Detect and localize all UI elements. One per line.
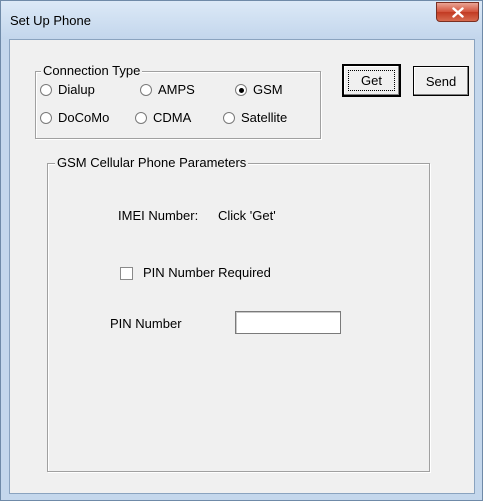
radio-docomo[interactable]: DoCoMo bbox=[40, 110, 109, 126]
focus-rectangle bbox=[348, 70, 395, 91]
radio-button[interactable] bbox=[40, 84, 52, 96]
radio-label: CDMA bbox=[153, 110, 192, 125]
close-button[interactable] bbox=[436, 2, 479, 22]
pin-required-checkbox[interactable] bbox=[120, 267, 133, 280]
radio-selected-dot bbox=[238, 87, 244, 93]
set-up-phone-window: Set Up Phone Connection Type Dialup AMPS… bbox=[0, 0, 483, 501]
radio-gsm[interactable]: GSM bbox=[235, 82, 283, 98]
radio-button[interactable] bbox=[135, 112, 147, 124]
connection-type-legend: Connection Type bbox=[41, 63, 143, 79]
pin-number-label: PIN Number bbox=[110, 316, 182, 331]
pin-required-label: PIN Number Required bbox=[143, 265, 271, 280]
radio-button[interactable] bbox=[223, 112, 235, 124]
radio-label: DoCoMo bbox=[58, 110, 110, 125]
radio-button[interactable] bbox=[40, 112, 52, 124]
connection-type-group: Connection Type Dialup AMPS GSM DoCoMo C… bbox=[35, 63, 321, 139]
radio-label: Dialup bbox=[58, 82, 95, 97]
radio-label: Satellite bbox=[241, 110, 288, 125]
radio-label: GSM bbox=[253, 82, 283, 97]
send-button[interactable]: Send bbox=[413, 66, 469, 96]
radio-label: AMPS bbox=[158, 82, 195, 97]
imei-label: IMEI Number: bbox=[118, 208, 199, 223]
radio-dialup[interactable]: Dialup bbox=[40, 82, 95, 98]
get-button[interactable]: Get bbox=[342, 64, 401, 97]
imei-value: Click 'Get' bbox=[218, 208, 276, 223]
radio-satellite[interactable]: Satellite bbox=[223, 110, 287, 126]
send-button-label: Send bbox=[425, 73, 457, 89]
gsm-parameters-legend: GSM Cellular Phone Parameters bbox=[55, 155, 249, 171]
pin-number-field[interactable] bbox=[235, 311, 341, 334]
radio-button[interactable] bbox=[140, 84, 152, 96]
radio-amps[interactable]: AMPS bbox=[140, 82, 195, 98]
gsm-parameters-group: GSM Cellular Phone Parameters IMEI Numbe… bbox=[47, 155, 430, 472]
dialog-body: Connection Type Dialup AMPS GSM DoCoMo C… bbox=[9, 39, 475, 494]
window-title: Set Up Phone bbox=[10, 13, 91, 28]
close-icon bbox=[451, 6, 464, 18]
radio-cdma[interactable]: CDMA bbox=[135, 110, 191, 126]
radio-button-selected[interactable] bbox=[235, 84, 247, 96]
title-bar: Set Up Phone bbox=[1, 1, 482, 39]
